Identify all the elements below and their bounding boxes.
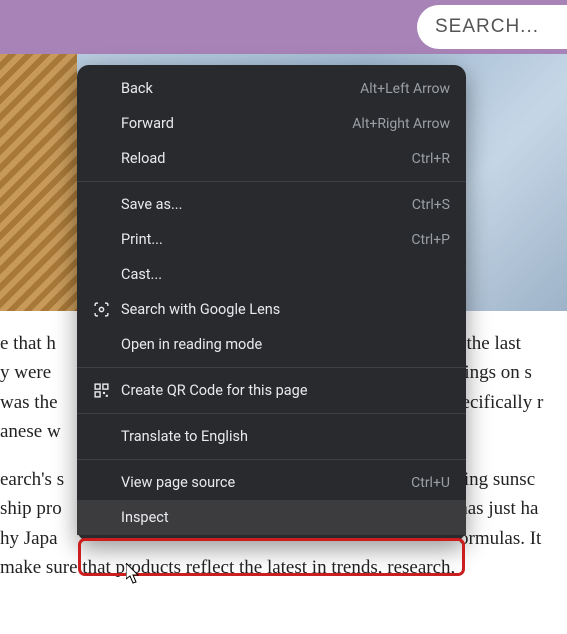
- article-text: ship pro: [0, 498, 62, 519]
- header-bar: [0, 0, 567, 54]
- article-text: make sure that products reflect the late…: [0, 557, 455, 578]
- menu-divider: [77, 459, 466, 460]
- menu-label: View page source: [121, 474, 411, 491]
- hero-image-left: [0, 54, 77, 311]
- menu-item-translate[interactable]: Translate to English: [77, 419, 466, 454]
- article-text: ling sunsc: [459, 469, 536, 490]
- menu-divider: [77, 413, 466, 414]
- menu-label: Search with Google Lens: [121, 301, 450, 318]
- menu-shortcut: Ctrl+S: [412, 197, 450, 213]
- menu-label: Cast...: [121, 266, 450, 283]
- menu-item-back[interactable]: Back Alt+Left Arrow: [77, 71, 466, 106]
- menu-label: Save as...: [121, 196, 412, 213]
- menu-item-view-source[interactable]: View page source Ctrl+U: [77, 465, 466, 500]
- menu-shortcut: Alt+Left Arrow: [360, 81, 450, 97]
- search-container: [417, 5, 567, 49]
- menu-label: Translate to English: [121, 428, 450, 445]
- menu-item-forward[interactable]: Forward Alt+Right Arrow: [77, 106, 466, 141]
- menu-item-qr-code[interactable]: Create QR Code for this page: [77, 373, 466, 408]
- menu-label: Create QR Code for this page: [121, 382, 450, 399]
- menu-item-reading-mode[interactable]: Open in reading mode: [77, 327, 466, 362]
- menu-divider: [77, 181, 466, 182]
- qr-code-icon: [93, 382, 121, 399]
- search-input[interactable]: [435, 16, 567, 38]
- menu-label: Open in reading mode: [121, 336, 450, 353]
- article-text: earch's s: [0, 469, 64, 490]
- menu-divider: [77, 367, 466, 368]
- article-text: ormulas. It: [459, 528, 541, 549]
- google-lens-icon: [93, 301, 121, 318]
- menu-label: Print...: [121, 231, 411, 248]
- menu-item-google-lens[interactable]: Search with Google Lens: [77, 292, 466, 327]
- article-text: anese w: [0, 421, 61, 442]
- article-text: was the: [0, 392, 58, 413]
- menu-label: Reload: [121, 150, 412, 167]
- menu-shortcut: Ctrl+R: [412, 151, 450, 167]
- menu-shortcut: Alt+Right Arrow: [352, 116, 450, 132]
- context-menu: Back Alt+Left Arrow Forward Alt+Right Ar…: [77, 65, 466, 541]
- article-text: has just ha: [458, 498, 538, 519]
- menu-item-print[interactable]: Print... Ctrl+P: [77, 222, 466, 257]
- menu-item-inspect[interactable]: Inspect: [77, 500, 466, 535]
- menu-shortcut: Ctrl+U: [411, 475, 450, 491]
- article-text: y were: [0, 362, 56, 383]
- menu-shortcut: Ctrl+P: [411, 232, 450, 248]
- article-text: e that h: [0, 333, 56, 354]
- menu-item-reload[interactable]: Reload Ctrl+R: [77, 141, 466, 176]
- menu-item-save-as[interactable]: Save as... Ctrl+S: [77, 187, 466, 222]
- menu-item-cast[interactable]: Cast...: [77, 257, 466, 292]
- menu-label: Inspect: [121, 509, 450, 526]
- menu-label: Forward: [121, 115, 352, 132]
- article-text: hy Japa: [0, 528, 58, 549]
- menu-label: Back: [121, 80, 360, 97]
